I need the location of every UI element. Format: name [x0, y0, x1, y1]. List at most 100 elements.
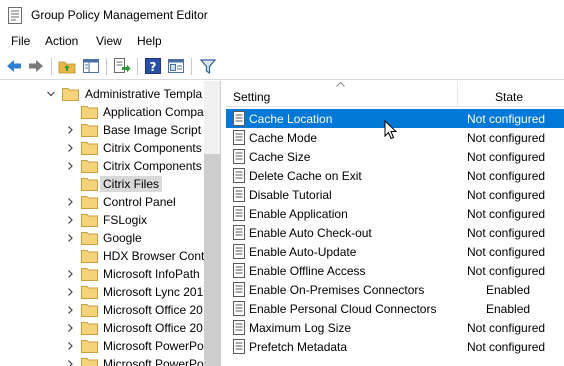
- chevron-right-icon[interactable]: [65, 358, 75, 366]
- setting-state: Not configured: [467, 207, 546, 221]
- setting-row-cache-size[interactable]: Cache Size Not configured: [226, 147, 564, 166]
- setting-name: Maximum Log Size: [249, 321, 352, 335]
- chevron-right-icon[interactable]: [65, 160, 75, 172]
- setting-row-enable-auto-check-out[interactable]: Enable Auto Check-out Not configured: [226, 223, 564, 242]
- console-tree-icon[interactable]: [167, 57, 185, 75]
- policy-setting-icon: [233, 339, 245, 354]
- tree-item-application-compatibility[interactable]: Application Compa: [0, 103, 204, 121]
- folder-icon: [81, 196, 98, 209]
- toolbar-separator: [51, 58, 52, 75]
- menu-view[interactable]: View: [96, 34, 122, 48]
- chevron-right-icon[interactable]: [65, 124, 75, 136]
- chevron-right-icon[interactable]: [65, 286, 75, 298]
- chevron-right-icon[interactable]: [65, 304, 75, 316]
- tree-item-citrix-components[interactable]: Citrix Components: [0, 157, 204, 175]
- menu-file[interactable]: File: [11, 34, 30, 48]
- filter-icon[interactable]: [199, 57, 217, 75]
- tree-item-fslogix[interactable]: FSLogix: [0, 211, 204, 229]
- setting-row-prefetch-metadata[interactable]: Prefetch Metadata Not configured: [226, 337, 564, 356]
- folder-icon: [81, 178, 98, 191]
- forward-icon[interactable]: [27, 57, 45, 75]
- folder-icon: [81, 142, 98, 155]
- setting-name: Cache Size: [249, 150, 311, 164]
- folder-icon: [81, 232, 98, 245]
- console-tree[interactable]: Administrative Templa Application Compa …: [0, 81, 221, 366]
- chevron-right-icon[interactable]: [65, 268, 75, 280]
- setting-row-enable-offline-access[interactable]: Enable Offline Access Not configured: [226, 261, 564, 280]
- setting-row-delete-cache-on-exit[interactable]: Delete Cache on Exit Not configured: [226, 166, 564, 185]
- setting-name: Enable Offline Access: [249, 264, 366, 278]
- setting-state: Not configured: [467, 188, 546, 202]
- tree-item-label: Microsoft Office 20: [103, 303, 203, 317]
- chevron-right-icon[interactable]: [65, 196, 75, 208]
- setting-name: Enable Auto-Update: [249, 245, 357, 259]
- setting-name: Cache Location: [249, 112, 333, 126]
- tree-item-microsoft-infopath[interactable]: Microsoft InfoPath: [0, 265, 204, 283]
- setting-name: Enable Application: [249, 207, 348, 221]
- folder-icon: [81, 304, 98, 317]
- folder-icon: [81, 160, 98, 173]
- tree-item-citrix-files[interactable]: Citrix Files: [0, 175, 204, 193]
- menu-help[interactable]: Help: [137, 34, 162, 48]
- setting-state: Not configured: [467, 321, 546, 335]
- tree-item-label: Citrix Components: [103, 141, 202, 155]
- column-divider[interactable]: [457, 83, 458, 107]
- tree-item-label: HDX Browser Conte: [103, 249, 204, 263]
- setting-name: Disable Tutorial: [249, 188, 332, 202]
- setting-row-enable-auto-update[interactable]: Enable Auto-Update Not configured: [226, 242, 564, 261]
- tree-item-label: FSLogix: [103, 213, 148, 227]
- tree-item-label: Google: [103, 231, 142, 245]
- chevron-right-icon[interactable]: [65, 142, 75, 154]
- tree-item-citrix-components[interactable]: Citrix Components: [0, 139, 204, 157]
- tree-item-control-panel[interactable]: Control Panel: [0, 193, 204, 211]
- chevron-right-icon[interactable]: [65, 232, 75, 244]
- tree-item-microsoft-powerpoint[interactable]: Microsoft PowerPo: [0, 337, 204, 355]
- chevron-right-icon[interactable]: [65, 322, 75, 334]
- tree-item-microsoft-office[interactable]: Microsoft Office 20: [0, 319, 204, 337]
- tree-item-label: Application Compa: [103, 105, 204, 119]
- tree-item-google[interactable]: Google: [0, 229, 204, 247]
- mouse-pointer-icon: [384, 120, 398, 140]
- folder-up-icon[interactable]: [58, 57, 76, 75]
- chevron-right-icon[interactable]: [65, 214, 75, 226]
- tree-item-base-image-script[interactable]: Base Image Script F: [0, 121, 204, 139]
- setting-row-maximum-log-size[interactable]: Maximum Log Size Not configured: [226, 318, 564, 337]
- folder-icon: [81, 322, 98, 335]
- tree-item-microsoft-powerpoint[interactable]: Microsoft PowerPo: [0, 355, 204, 366]
- column-header-setting[interactable]: Setting: [233, 90, 270, 104]
- tree-item-label: Microsoft Lync 201: [103, 285, 204, 299]
- tree-item-hdx-browser-content[interactable]: HDX Browser Conte: [0, 247, 204, 265]
- menu-action[interactable]: Action: [45, 34, 78, 48]
- policy-setting-icon: [233, 130, 245, 145]
- title-bar: Group Policy Management Editor: [0, 0, 564, 31]
- tree-item-microsoft-office[interactable]: Microsoft Office 20: [0, 301, 204, 319]
- back-icon[interactable]: [5, 57, 23, 75]
- export-list-icon[interactable]: [113, 57, 131, 75]
- tree-item-label: Microsoft PowerPo: [103, 339, 204, 353]
- column-header-state[interactable]: State: [495, 90, 523, 104]
- tree-scrollbar[interactable]: [204, 81, 220, 366]
- window-title: Group Policy Management Editor: [31, 8, 208, 22]
- tree-item-microsoft-lync[interactable]: Microsoft Lync 201: [0, 283, 204, 301]
- folder-icon: [81, 358, 98, 366]
- policy-setting-icon: [233, 244, 245, 259]
- help-icon[interactable]: ?: [144, 57, 162, 75]
- setting-name: Enable Personal Cloud Connectors: [249, 302, 437, 316]
- setting-state: Not configured: [467, 340, 546, 354]
- chevron-right-icon[interactable]: [65, 340, 75, 352]
- setting-state: Not configured: [467, 169, 546, 183]
- setting-row-enable-application[interactable]: Enable Application Not configured: [226, 204, 564, 223]
- policy-setting-icon: [233, 168, 245, 183]
- setting-row-enable-personal-cloud-connectors[interactable]: Enable Personal Cloud Connectors Enabled: [226, 299, 564, 318]
- setting-row-disable-tutorial[interactable]: Disable Tutorial Not configured: [226, 185, 564, 204]
- tree-item-administrative-templates[interactable]: Administrative Templa: [0, 85, 204, 103]
- tree-item-label: Citrix Files: [100, 176, 162, 192]
- tree-scrollbar-thumb[interactable]: [204, 154, 220, 366]
- show-hide-tree-icon[interactable]: [82, 57, 100, 75]
- policy-setting-icon: [233, 187, 245, 202]
- setting-row-enable-on-premises-connectors[interactable]: Enable On-Premises Connectors Enabled: [226, 280, 564, 299]
- policy-setting-icon: [233, 301, 245, 316]
- setting-state: Not configured: [467, 131, 546, 145]
- chevron-down-icon[interactable]: [46, 88, 56, 100]
- folder-icon: [81, 286, 98, 299]
